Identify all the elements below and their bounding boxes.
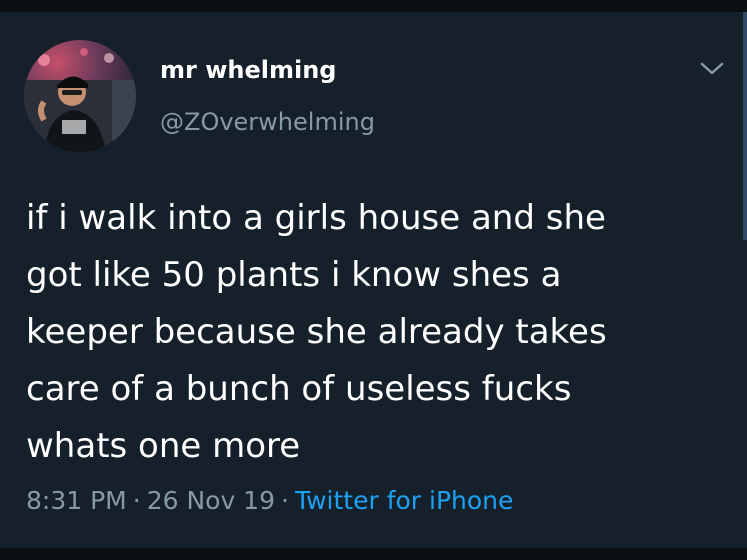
tweet-time[interactable]: 8:31 PM: [26, 486, 127, 515]
user-handle[interactable]: @ZOverwhelming: [160, 108, 375, 136]
tweet-text-line: care of a bunch of useless fucks: [26, 369, 572, 409]
tweet-date[interactable]: 26 Nov 19: [147, 486, 275, 515]
tweet-text-line: got like 50 plants i know shes a: [26, 255, 562, 295]
tweet-text-line: whats one more: [26, 426, 301, 466]
tweet-source-link[interactable]: Twitter for iPhone: [295, 486, 513, 515]
separator: ·: [281, 486, 289, 515]
tweet-text: if i walk into a girls house and she got…: [26, 190, 716, 475]
tweet-text-line: if i walk into a girls house and she: [26, 198, 606, 238]
tweet-text-line: keeper because she already takes: [26, 312, 607, 352]
avatar[interactable]: [24, 40, 136, 152]
display-name[interactable]: mr whelming: [160, 56, 336, 84]
chevron-down-icon[interactable]: [696, 56, 728, 80]
user-avatar-icon: [24, 40, 136, 152]
scrollbar[interactable]: [743, 12, 747, 240]
separator: ·: [132, 486, 141, 515]
tweet-meta: 8:31 PM · 26 Nov 19 · Twitter for iPhone: [26, 486, 513, 515]
tweet-card: mr whelming @ZOverwhelming if i walk int…: [0, 12, 747, 548]
